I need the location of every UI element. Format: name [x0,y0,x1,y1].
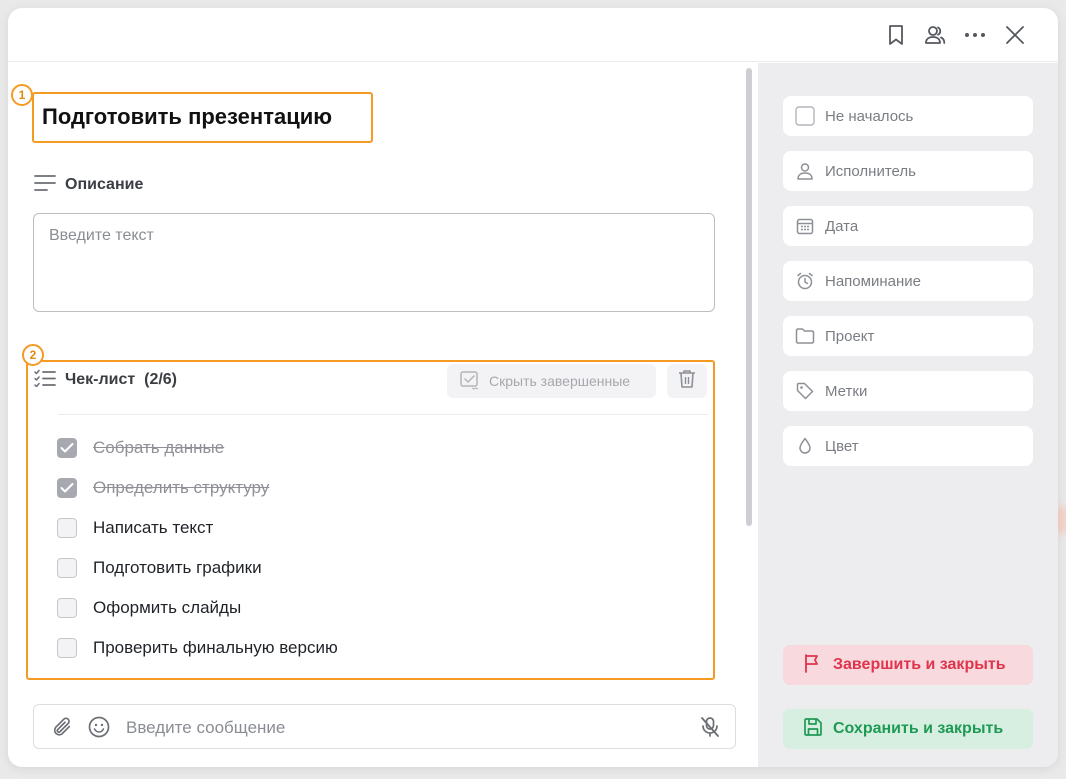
task-main-panel: 1 Подготовить презентацию Описание Введи… [8,63,758,767]
checklist-checkbox-checked[interactable] [57,478,77,498]
date-label: Дата [825,217,859,235]
close-icon[interactable] [1002,22,1028,48]
tags-button[interactable]: Метки [783,371,1033,411]
checklist-item: Собрать данные [57,428,697,468]
checklist-item-text[interactable]: Собрать данные [93,438,224,458]
description-header: Описание [34,173,143,197]
checklist-item: Оформить слайды [57,588,697,628]
checklist-item: Проверить финальную версию [57,628,697,668]
annotation-badge-1: 1 [11,84,33,106]
finish-and-close-label: Завершить и закрыть [833,656,1006,673]
delete-checklist-button[interactable] [667,364,707,398]
description-input[interactable]: Введите текст [33,213,715,312]
tags-label: Метки [825,382,868,400]
emoji-icon[interactable] [87,715,111,739]
assignee-label: Исполнитель [825,162,916,180]
checklist-checkbox[interactable] [57,518,77,538]
checklist-header: Чек-лист (2/6) [34,368,177,392]
scrollbar[interactable] [746,68,752,526]
calendar-icon [795,216,815,236]
save-icon [803,717,823,742]
hide-completed-label: Скрыть завершенные [489,373,631,389]
checklist-item-text[interactable]: Оформить слайды [93,598,241,618]
checklist-item-text[interactable]: Подготовить графики [93,558,262,578]
checklist-checkbox[interactable] [57,638,77,658]
checklist-checkbox[interactable] [57,558,77,578]
date-button[interactable]: Дата [783,206,1033,246]
more-icon[interactable] [962,22,988,48]
save-and-close-label: Сохранить и закрыть [833,720,1004,737]
finish-and-close-button[interactable]: Завершить и закрыть [783,645,1033,685]
message-placeholder: Введите сообщение [126,718,286,737]
users-icon[interactable] [922,22,948,48]
checklist-icon [34,369,56,392]
flag-icon [803,653,823,678]
task-window: 1 Подготовить презентацию Описание Введи… [8,8,1058,767]
person-icon [795,161,815,181]
checklist-count: (2/6) [144,371,178,388]
hide-completed-icon [459,370,481,393]
checklist-item: Написать текст [57,508,697,548]
checklist-item-text[interactable]: Определить структуру [93,478,269,498]
assignee-button[interactable]: Исполнитель [783,151,1033,191]
alarm-icon [795,271,815,291]
task-properties-sidebar: Не началось Исполнитель Дата Напоминание… [758,63,1058,767]
annotation-badge-2: 2 [22,344,44,366]
window-toolbar [8,8,1058,62]
drop-icon [795,436,815,456]
checklist-item-text[interactable]: Написать текст [93,518,213,538]
checklist-checkbox-checked[interactable] [57,438,77,458]
reminder-label: Напоминание [825,272,921,290]
color-button[interactable]: Цвет [783,426,1033,466]
status-button[interactable]: Не началось [783,96,1033,136]
description-lines-icon [34,174,56,197]
status-label: Не началось [825,107,914,125]
tag-icon [795,381,815,401]
checklist-items: Собрать данные Определить структуру Напи… [57,428,697,668]
checklist-divider [58,414,708,415]
checklist-item: Подготовить графики [57,548,697,588]
project-label: Проект [825,327,875,345]
save-and-close-button[interactable]: Сохранить и закрыть [783,709,1033,749]
status-checkbox-icon [795,106,815,126]
bookmark-icon[interactable] [883,22,909,48]
mic-off-icon[interactable] [698,715,722,739]
description-label: Описание [65,176,144,193]
task-title[interactable]: Подготовить презентацию [42,104,332,130]
message-input[interactable]: Введите сообщение [33,704,736,749]
checklist-item-text[interactable]: Проверить финальную версию [93,638,338,658]
color-label: Цвет [825,437,859,455]
trash-icon [678,369,696,394]
checklist-label: Чек-лист (2/6) [65,371,178,388]
reminder-button[interactable]: Напоминание [783,261,1033,301]
hide-completed-button[interactable]: Скрыть завершенные [447,364,656,398]
project-button[interactable]: Проект [783,316,1033,356]
checklist-item: Определить структуру [57,468,697,508]
folder-icon [795,326,815,346]
checklist-checkbox[interactable] [57,598,77,618]
paperclip-icon[interactable] [50,715,74,739]
